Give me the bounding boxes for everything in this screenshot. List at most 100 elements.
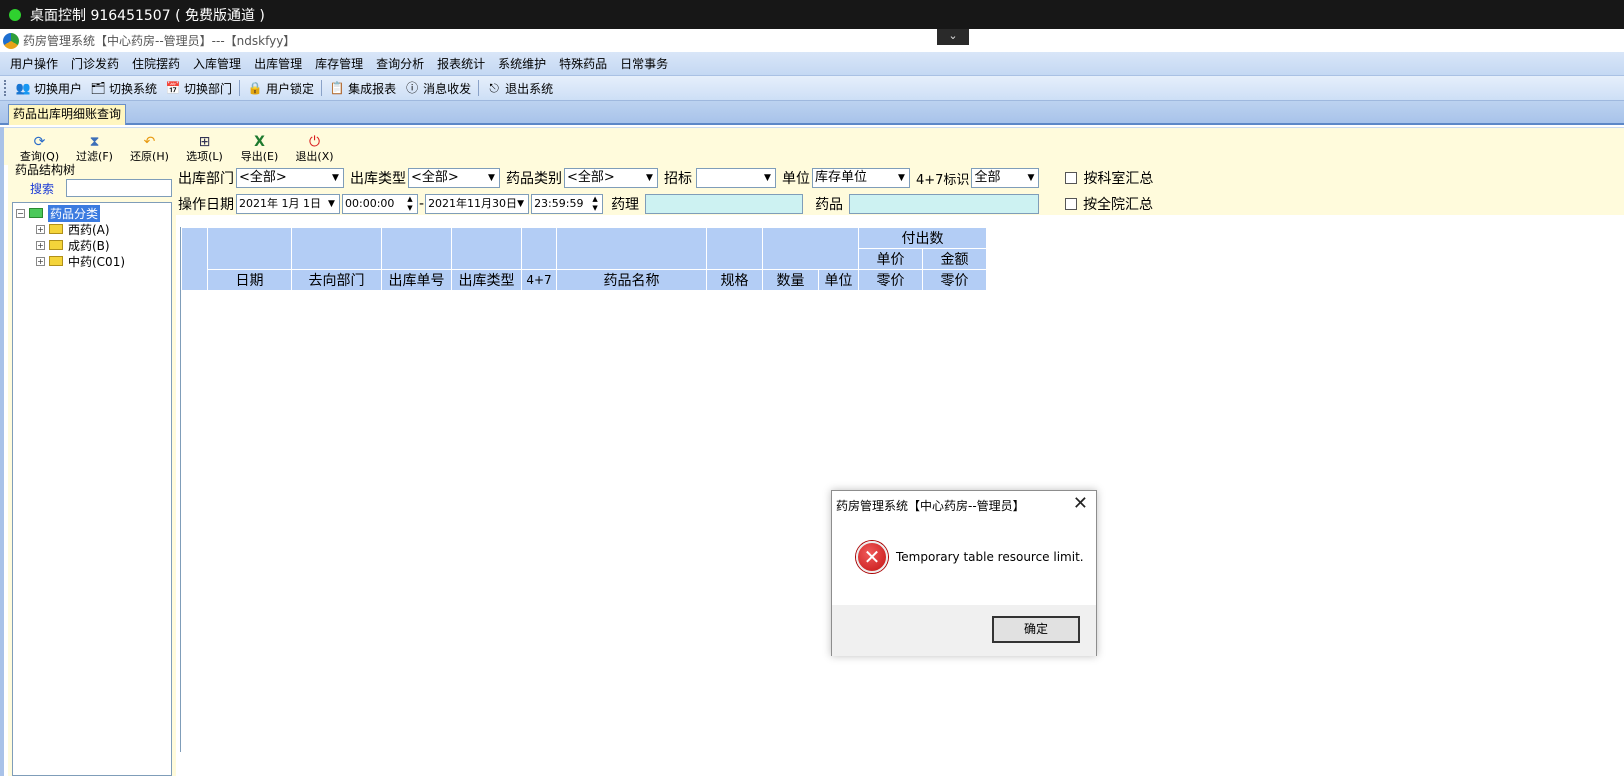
collapse-icon[interactable]: −: [16, 208, 25, 218]
date-to-value: 2021年11月30日: [428, 197, 518, 210]
out-dept-label: 出库部门: [178, 171, 234, 187]
ok-button[interactable]: 确定: [992, 616, 1080, 643]
tree-node-patent[interactable]: + 成药(B): [13, 237, 171, 253]
pharmacology-label: 药理: [611, 197, 640, 213]
dialog-title: 药房管理系统【中心药房--管理员】: [836, 498, 1025, 513]
op-date-label: 操作日期: [178, 197, 234, 213]
menu-reports[interactable]: 报表统计: [431, 55, 491, 72]
filter-label: 过滤(F): [76, 150, 113, 163]
menu-system-maintenance[interactable]: 系统维护: [492, 55, 552, 72]
exit-system-label: 退出系统: [505, 81, 554, 96]
toolbar-grip[interactable]: [4, 80, 7, 96]
filter-button[interactable]: ⧗ 过滤(F): [67, 134, 122, 165]
out-dept-select[interactable]: <全部> ▼: [236, 168, 344, 188]
col-drug-name[interactable]: 药品名称: [556, 269, 707, 291]
chevron-down-icon[interactable]: ⌄: [937, 29, 969, 45]
drug-category-select[interactable]: <全部> ▼: [564, 168, 658, 188]
integrated-report-button[interactable]: 📋 集成报表: [325, 80, 400, 97]
messages-button[interactable]: ⓘ 消息收发: [400, 80, 475, 97]
menu-daily-affairs[interactable]: 日常事务: [614, 55, 674, 72]
col-retail-amount[interactable]: 零价: [922, 269, 987, 291]
by-hospital-checkbox[interactable]: [1065, 198, 1078, 210]
date-to-picker[interactable]: 2021年11月30日 ▼: [425, 194, 530, 214]
expand-icon[interactable]: +: [36, 256, 45, 266]
dropdown-arrow-icon[interactable]: ▼: [324, 195, 339, 213]
tag47-select[interactable]: 全部 ▼: [971, 168, 1040, 188]
tree-node-label: 中药(C01): [68, 254, 126, 269]
query-button[interactable]: ⟳ 查询(Q): [12, 134, 67, 165]
dialog-body: ✕ Temporary table resource limit.: [832, 519, 1096, 595]
menu-user-ops[interactable]: 用户操作: [4, 55, 64, 72]
action-bar: ⟳ 查询(Q) ⧗ 过滤(F) ↶ 还原(H) ⊞ 选项(L) X 导出(E) …: [4, 127, 1624, 165]
col-out-no[interactable]: 出库单号: [381, 269, 452, 291]
tree-search-input[interactable]: [66, 179, 173, 197]
folder-icon: [49, 256, 63, 266]
col-dest-dept[interactable]: 去向部门: [291, 269, 382, 291]
exit-button[interactable]: ⏻ 退出(X): [287, 134, 342, 165]
excel-icon: X: [254, 134, 265, 150]
menu-special-drugs[interactable]: 特殊药品: [553, 55, 613, 72]
dropdown-arrow-icon[interactable]: ▼: [894, 169, 909, 187]
time-to-value: 23:59:59: [534, 197, 584, 210]
time-from-value: 00:00:00: [345, 197, 395, 210]
menu-stock-out[interactable]: 出库管理: [248, 55, 308, 72]
col-date[interactable]: 日期: [207, 269, 292, 291]
menu-query-analysis[interactable]: 查询分析: [370, 55, 430, 72]
options-button[interactable]: ⊞ 选项(L): [177, 134, 232, 165]
by-dept-label[interactable]: 按科室汇总: [1083, 168, 1153, 188]
time-to-spinner[interactable]: 23:59:59 ▲ ▼: [531, 194, 604, 214]
unit-select[interactable]: 库存单位 ▼: [812, 168, 910, 188]
col-47[interactable]: 4+7: [521, 269, 557, 291]
tree-root-node[interactable]: − 药品分类: [13, 204, 171, 222]
bid-label: 招标: [664, 171, 692, 187]
col-retail-price[interactable]: 零价: [858, 269, 923, 291]
refresh-icon: ⟳: [33, 134, 46, 150]
by-hospital-label[interactable]: 按全院汇总: [1083, 194, 1153, 214]
exit-system-button[interactable]: ⎋ 退出系统: [482, 80, 557, 97]
col-spec[interactable]: 规格: [706, 269, 763, 291]
menu-outpatient-dispense[interactable]: 门诊发药: [65, 55, 125, 72]
hourglass-icon: ⧗: [89, 134, 100, 150]
bid-select[interactable]: ▼: [696, 168, 776, 188]
expand-icon[interactable]: +: [36, 224, 45, 234]
user-lock-button[interactable]: 🔒 用户锁定: [243, 80, 318, 97]
tree-node-western[interactable]: + 西药(A): [13, 221, 171, 237]
menu-inventory[interactable]: 库存管理: [309, 55, 369, 72]
close-icon[interactable]: ✕: [1073, 494, 1088, 514]
drug-input[interactable]: [849, 194, 1040, 214]
dropdown-arrow-icon[interactable]: ▼: [1023, 169, 1039, 187]
menu-stock-in[interactable]: 入库管理: [187, 55, 247, 72]
out-type-select[interactable]: <全部> ▼: [408, 168, 500, 188]
col-quantity[interactable]: 数量: [762, 269, 819, 291]
by-dept-checkbox[interactable]: [1065, 172, 1078, 184]
drug-tree[interactable]: − 药品分类 + 西药(A) + 成药(B) + 中药(C01): [12, 202, 172, 776]
export-button[interactable]: X 导出(E): [232, 134, 287, 165]
dropdown-arrow-icon[interactable]: ▼: [328, 169, 343, 187]
power-icon: ⏻: [308, 134, 321, 150]
col-sub-unit-price: 单价: [858, 248, 923, 270]
spinner-icon[interactable]: ▲ ▼: [588, 195, 602, 213]
expand-icon[interactable]: +: [36, 240, 45, 250]
tree-node-label: 成药(B): [68, 238, 110, 253]
col-unit[interactable]: 单位: [818, 269, 859, 291]
dropdown-arrow-icon[interactable]: ▼: [760, 169, 775, 187]
spinner-icon[interactable]: ▲ ▼: [403, 195, 417, 213]
tab-drug-outbound-ledger[interactable]: 药品出库明细账查询: [8, 104, 127, 125]
dropdown-arrow-icon[interactable]: ▼: [513, 195, 528, 213]
drug-category-label: 药品类别: [506, 171, 562, 187]
dropdown-arrow-icon[interactable]: ▼: [484, 169, 499, 187]
pharmacology-input[interactable]: [645, 194, 804, 214]
time-from-spinner[interactable]: 00:00:00 ▲ ▼: [342, 194, 418, 214]
switch-user-button[interactable]: 👥 切换用户: [11, 80, 86, 97]
switch-system-button[interactable]: 🗂 切换系统: [86, 80, 161, 97]
date-from-picker[interactable]: 2021年 1月 1日 ▼: [236, 194, 340, 214]
col-out-type[interactable]: 出库类型: [451, 269, 522, 291]
search-label[interactable]: 搜索: [30, 180, 54, 197]
tree-node-chinese[interactable]: + 中药(C01): [13, 253, 171, 269]
users-icon: 👥: [15, 81, 31, 95]
menu-inpatient-dispense[interactable]: 住院摆药: [126, 55, 186, 72]
restore-button[interactable]: ↶ 还原(H): [122, 134, 177, 165]
remote-control-bar: 桌面控制 916451507 ( 免费版通道 ): [0, 0, 1624, 29]
switch-dept-button[interactable]: 📅 切换部门: [161, 80, 236, 97]
dropdown-arrow-icon[interactable]: ▼: [642, 169, 657, 187]
